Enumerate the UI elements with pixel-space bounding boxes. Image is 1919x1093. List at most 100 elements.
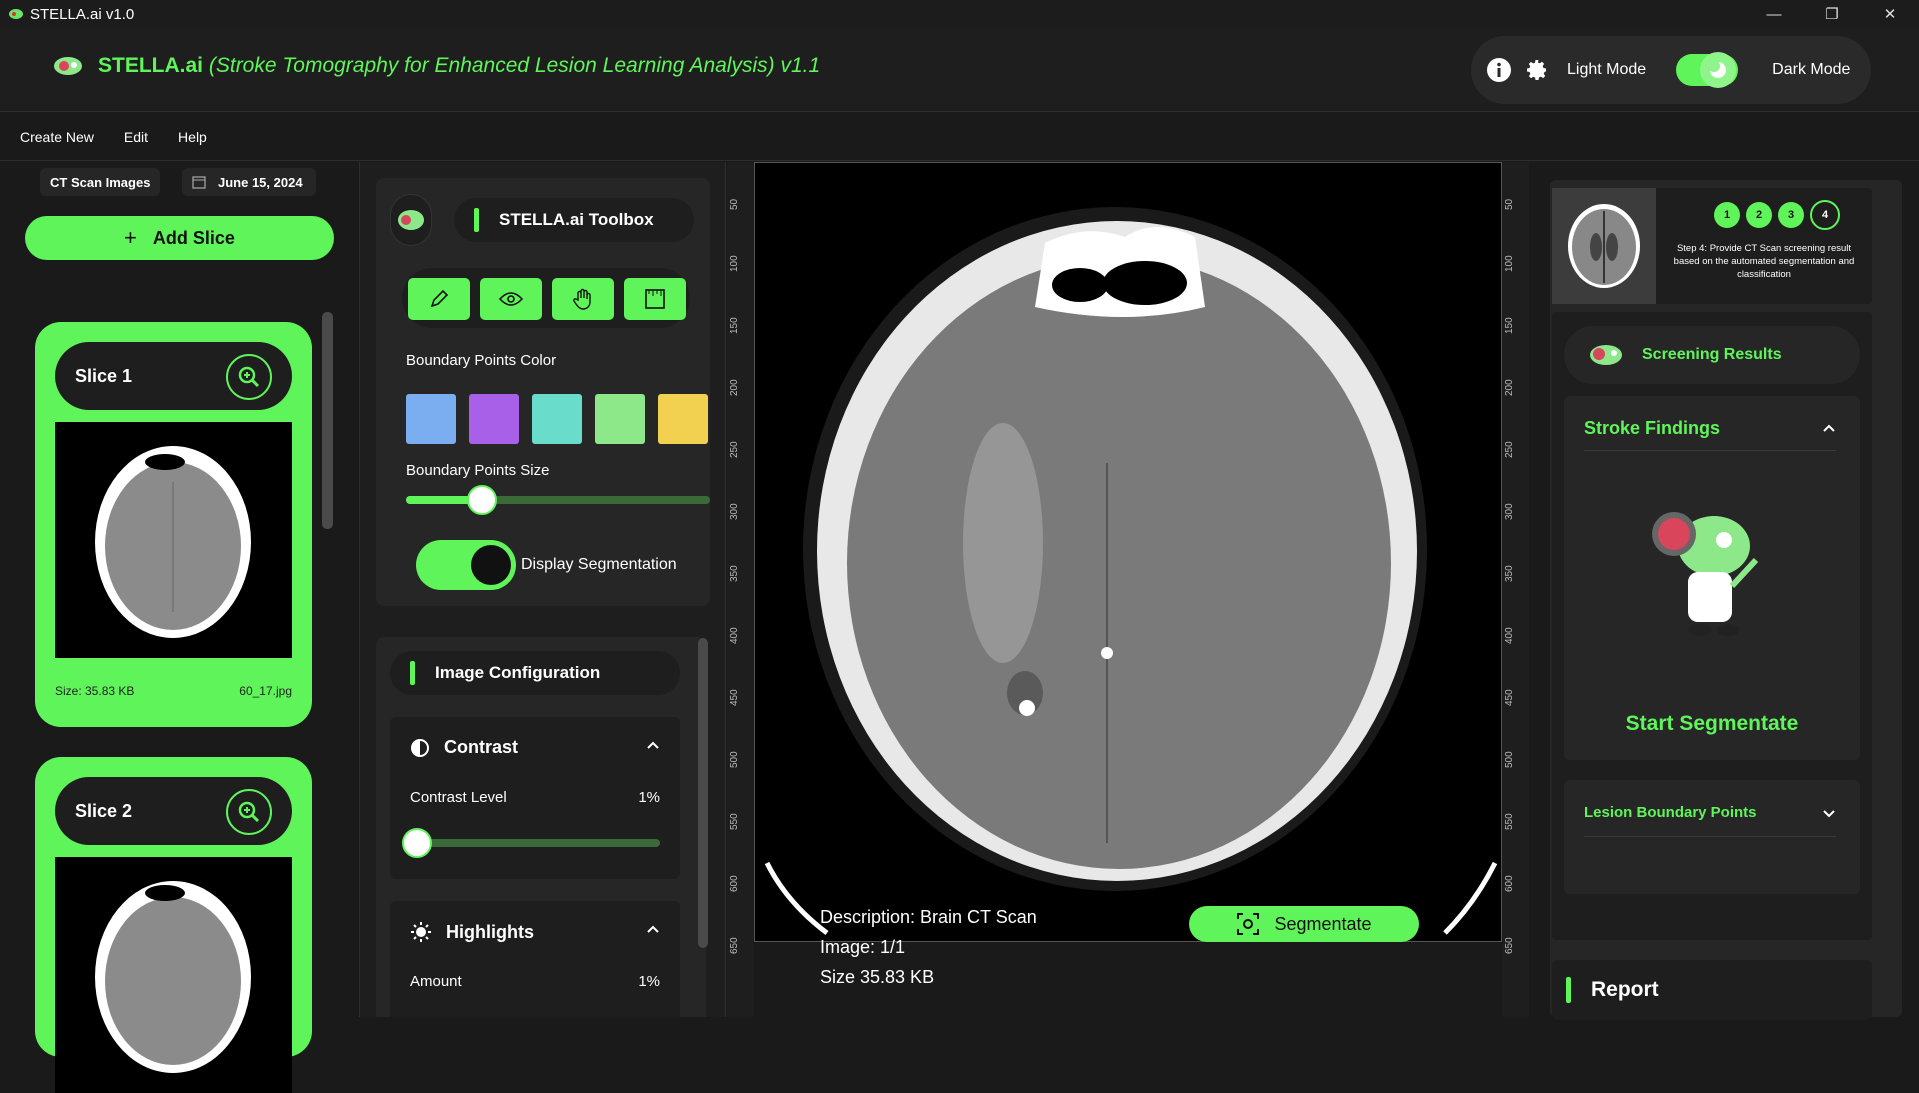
toolbox-panel: STELLA.ai Toolbox Boundary Points Color … <box>359 162 726 1017</box>
ruler-tick-label: 250 <box>729 441 740 458</box>
slice-title: Slice 2 <box>75 800 133 821</box>
slice-card[interactable]: Slice 1 Size: 35.83 KB 60_17.jpg <box>35 322 312 727</box>
eye-icon[interactable] <box>480 278 542 320</box>
slice-header: Slice 2 <box>55 777 292 845</box>
color-swatch[interactable] <box>595 394 645 444</box>
amount-label: Amount <box>410 973 462 990</box>
ruler-tick-label: 300 <box>729 503 740 520</box>
slice-thumbnail <box>55 857 292 1093</box>
color-swatch[interactable] <box>658 394 708 444</box>
ct-scan-image[interactable] <box>754 162 1502 942</box>
step-1[interactable]: 1 <box>1714 202 1740 228</box>
step-2[interactable]: 2 <box>1746 202 1772 228</box>
segmentate-label: Segmentate <box>1274 913 1372 934</box>
report-section[interactable]: Report <box>1552 960 1872 1020</box>
slice-scrollbar[interactable] <box>322 312 333 529</box>
add-slice-button[interactable]: + Add Slice <box>25 216 334 260</box>
chevron-up-icon[interactable] <box>646 737 660 755</box>
start-segmentate-button[interactable]: Start Segmentate <box>1564 712 1860 736</box>
config-title: Image Configuration <box>390 651 680 695</box>
theme-toggle[interactable] <box>1676 52 1739 88</box>
contrast-level-label: Contrast Level <box>410 789 507 806</box>
boundary-size-slider[interactable] <box>406 485 710 515</box>
chevron-up-icon[interactable] <box>1822 420 1836 438</box>
tool-group <box>402 268 690 328</box>
hand-icon[interactable] <box>552 278 614 320</box>
restore-button[interactable]: ❐ <box>1803 0 1861 28</box>
pencil-icon[interactable] <box>408 278 470 320</box>
window-title-text: STELLA.ai v1.0 <box>30 5 135 23</box>
ruler-tick-label: 300 <box>1504 503 1515 520</box>
highlights-title: Highlights <box>446 921 534 942</box>
slice-title: Slice 1 <box>75 365 133 386</box>
ruler-tick-label: 50 <box>1504 198 1515 210</box>
contrast-level-value: 1% <box>638 789 660 806</box>
close-button[interactable]: ✕ <box>1861 0 1919 28</box>
contrast-header[interactable]: Contrast <box>410 737 518 758</box>
stroke-findings-accordion: Stroke Findings Start Segmentate <box>1564 396 1860 760</box>
results-container: 1 2 3 4 Step 4: Provide CT Scan screenin… <box>1550 180 1902 1020</box>
zoom-in-icon[interactable] <box>226 789 272 835</box>
ruler-tick-label: 400 <box>1504 627 1515 644</box>
color-swatch[interactable] <box>532 394 582 444</box>
screening-section: Screening Results Stroke Findings Start … <box>1552 312 1872 940</box>
lesion-points-title[interactable]: Lesion Boundary Points <box>1584 804 1757 821</box>
color-swatch[interactable] <box>469 394 519 444</box>
add-slice-label: Add Slice <box>152 227 235 248</box>
ruler-tick-label: 200 <box>729 379 740 396</box>
moon-icon <box>1700 52 1737 88</box>
contrast-slider[interactable] <box>402 828 660 858</box>
minimize-button[interactable]: — <box>1745 0 1803 28</box>
menu-edit[interactable]: Edit <box>124 129 148 145</box>
ruler-tick-label: 150 <box>729 317 740 334</box>
stella-avatar-icon <box>390 194 432 246</box>
image-counter: Image: 1/1 <box>820 937 906 957</box>
menu-create-new[interactable]: Create New <box>20 129 94 145</box>
config-scrollbar[interactable] <box>698 638 708 948</box>
ruler-tick-label: 650 <box>729 937 740 954</box>
screening-results-title: Screening Results <box>1564 326 1860 384</box>
info-icon[interactable] <box>1485 56 1513 84</box>
display-segmentation-toggle[interactable] <box>416 540 516 590</box>
boundary-color-label: Boundary Points Color <box>406 352 557 369</box>
step-3[interactable]: 3 <box>1778 202 1804 228</box>
slice-card[interactable]: Slice 2 <box>35 757 312 1093</box>
chevron-down-icon[interactable] <box>1822 806 1836 824</box>
contrast-title: Contrast <box>444 737 519 757</box>
slice-size: Size: 35.83 KB <box>55 684 135 698</box>
color-swatch[interactable] <box>406 394 456 444</box>
chevron-up-icon[interactable] <box>646 921 660 939</box>
image-configuration: Image Configuration Contrast Contrast Le… <box>376 637 706 1017</box>
ruler-tick-label: 550 <box>729 813 740 830</box>
slider-handle[interactable] <box>467 485 497 515</box>
plus-icon: + <box>124 225 137 250</box>
ruler-tick-label: 350 <box>729 565 740 582</box>
slice-meta: Size: 35.83 KB 60_17.jpg <box>55 684 292 698</box>
slice-header: Slice 1 <box>55 342 292 410</box>
lesion-points-accordion: Lesion Boundary Points <box>1564 780 1860 894</box>
highlights-header[interactable]: Highlights <box>410 921 534 943</box>
stroke-findings-title[interactable]: Stroke Findings <box>1584 418 1720 439</box>
ruler-tick-label: 650 <box>1504 937 1515 954</box>
ruler-tick-label: 350 <box>1504 565 1515 582</box>
sun-icon <box>411 922 431 942</box>
screening-results-label: Screening Results <box>1642 346 1782 363</box>
menu-help[interactable]: Help <box>178 129 207 145</box>
ruler-tick-label: 500 <box>729 751 740 768</box>
stella-logo-icon <box>1590 345 1622 365</box>
ruler-tick-label: 450 <box>1504 689 1515 706</box>
segmentate-button[interactable]: Segmentate <box>1189 906 1419 942</box>
toolbox-title: STELLA.ai Toolbox <box>454 198 694 242</box>
ruler-icon[interactable] <box>624 278 686 320</box>
step-4[interactable]: 4 <box>1810 200 1840 230</box>
slider-handle[interactable] <box>402 828 432 858</box>
report-title: Report <box>1591 978 1659 1001</box>
window-title: STELLA.ai v1.0 <box>8 6 134 23</box>
zoom-in-icon[interactable] <box>226 354 272 400</box>
ruler-tick-label: 450 <box>729 689 740 706</box>
theme-switcher: Light Mode Dark Mode <box>1471 36 1871 104</box>
gear-icon[interactable] <box>1523 56 1551 84</box>
vertical-ruler-left: 50 100 150 200 250 300 350 400 450 500 550 600 650 <box>727 162 754 1017</box>
results-panel: 1 2 3 4 Step 4: Provide CT Scan screenin… <box>1532 162 1919 1020</box>
calendar-icon <box>192 176 206 189</box>
